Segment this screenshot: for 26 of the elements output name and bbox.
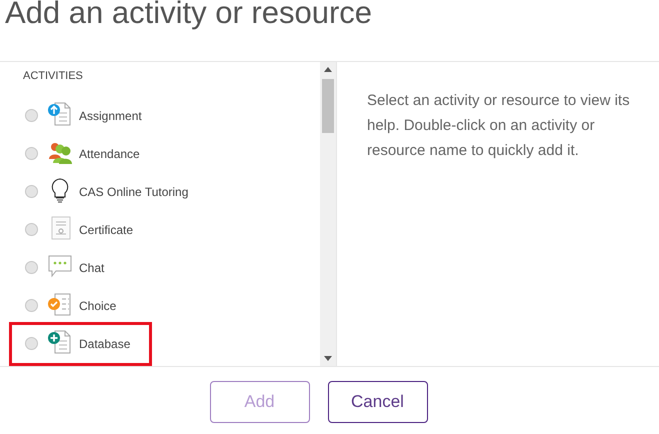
- scrollbar[interactable]: [320, 62, 336, 366]
- activity-label[interactable]: Certificate: [79, 220, 134, 238]
- radio-button[interactable]: [25, 261, 38, 274]
- help-text: Select an activity or resource to view its help. Double-click on an activity or resource name to quickly add it.: [367, 91, 631, 160]
- cancel-button[interactable]: Cancel: [328, 381, 428, 423]
- section-heading: ACTIVITIES: [23, 69, 83, 84]
- radio-button[interactable]: [25, 337, 38, 350]
- scroll-thumb[interactable]: [322, 79, 334, 133]
- activity-label[interactable]: Chat: [79, 258, 104, 276]
- checklist-icon: [47, 290, 73, 316]
- radio-button[interactable]: [25, 147, 38, 160]
- activity-label[interactable]: Assignment: [79, 106, 142, 124]
- file-upload-icon: [47, 100, 73, 126]
- radio-button[interactable]: [25, 109, 38, 122]
- activity-label[interactable]: Database: [79, 334, 130, 352]
- file-add-icon: [47, 328, 73, 354]
- dialog-title: Add an activity or resource: [5, 0, 374, 32]
- radio-button[interactable]: [25, 223, 38, 236]
- radio-button[interactable]: [25, 185, 38, 198]
- radio-button[interactable]: [25, 299, 38, 312]
- activity-label[interactable]: Choice: [79, 296, 116, 314]
- activity-label[interactable]: CAS Online Tutoring: [79, 182, 188, 200]
- scroll-down-icon[interactable]: [324, 356, 332, 361]
- chat-icon: [47, 252, 73, 278]
- scroll-up-icon[interactable]: [324, 67, 332, 72]
- activity-label[interactable]: Attendance: [79, 144, 140, 162]
